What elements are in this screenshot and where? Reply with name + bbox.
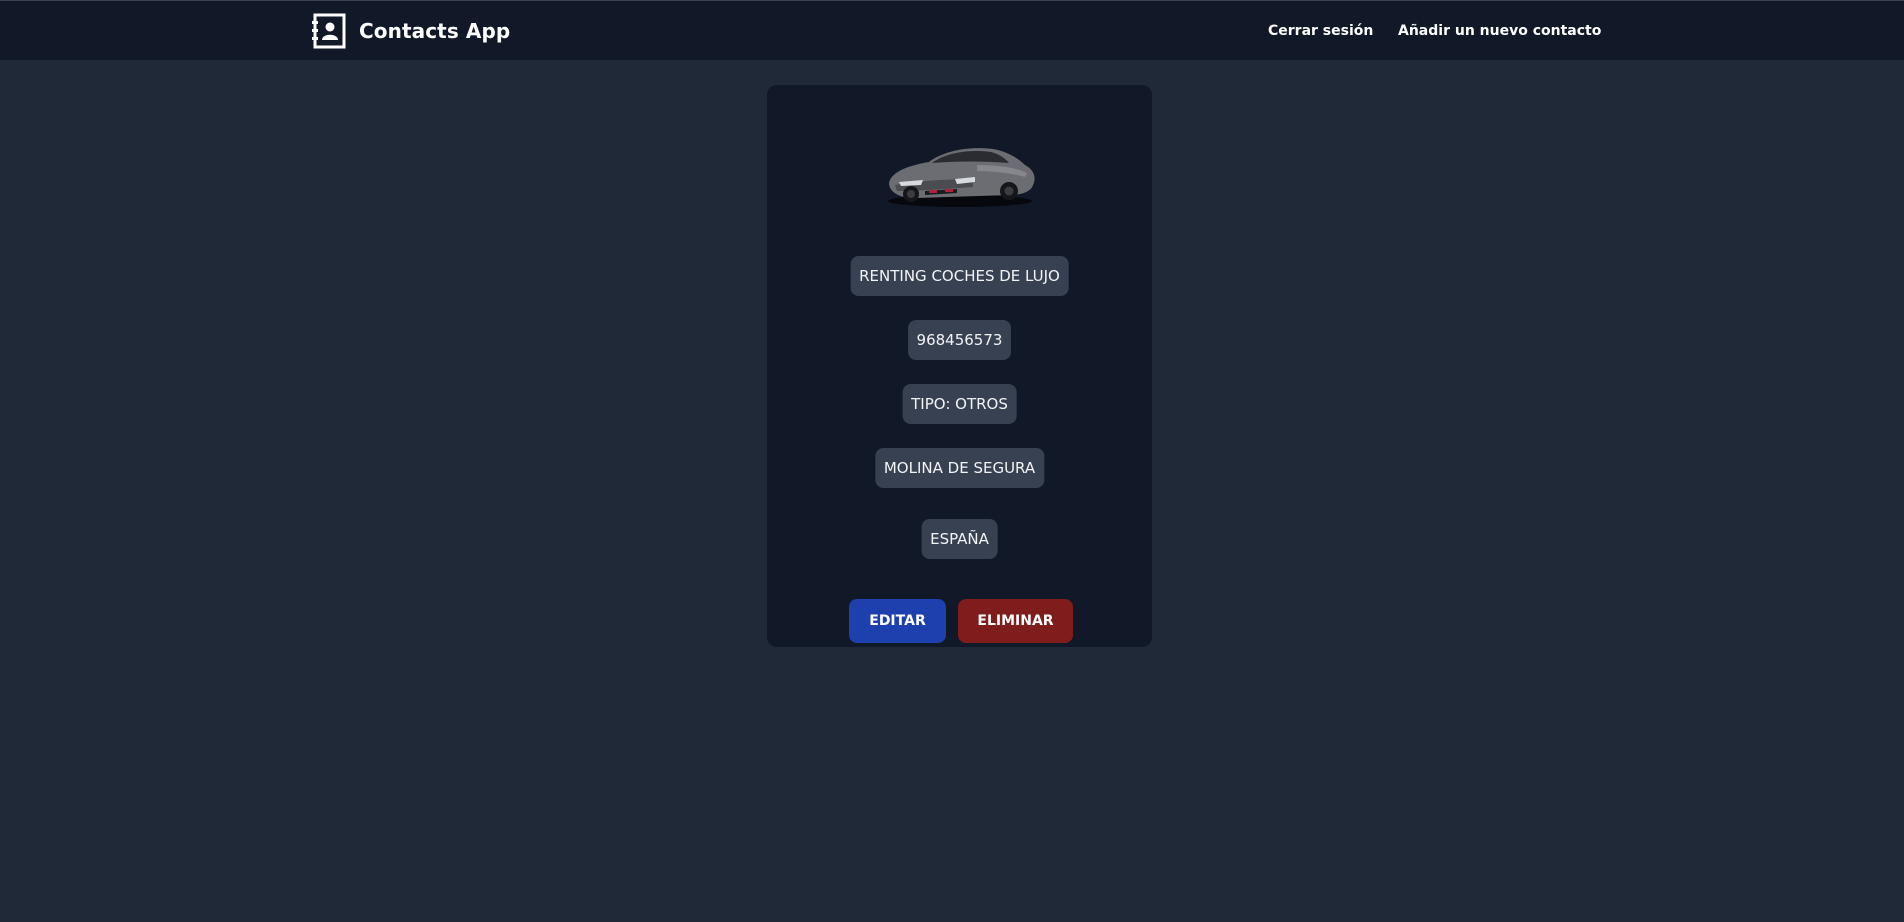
logout-link[interactable]: Cerrar sesión [1268,23,1373,39]
edit-button[interactable]: EDITAR [849,599,946,643]
contact-image-wrapper [767,135,1152,210]
contact-card: RENTING COCHES DE LUJO 968456573 TIPO: O… [767,85,1152,647]
contact-phone: 968456573 [907,320,1012,360]
contact-city: MOLINA DE SEGURA [874,448,1045,488]
top-navbar: Contacts App Cerrar sesión Añadir un nue… [0,0,1904,60]
add-contact-link[interactable]: Añadir un nuevo contacto [1398,23,1601,39]
car-image [887,148,1035,207]
contact-type: TIPO: OTROS [902,384,1017,424]
contact-book-icon [312,13,346,49]
contact-country: ESPAÑA [921,519,998,559]
brand-link[interactable]: Contacts App [311,13,510,49]
contact-name: RENTING COCHES DE LUJO [850,256,1069,296]
app-title: Contacts App [359,19,511,43]
delete-button[interactable]: ELIMINAR [958,599,1073,643]
